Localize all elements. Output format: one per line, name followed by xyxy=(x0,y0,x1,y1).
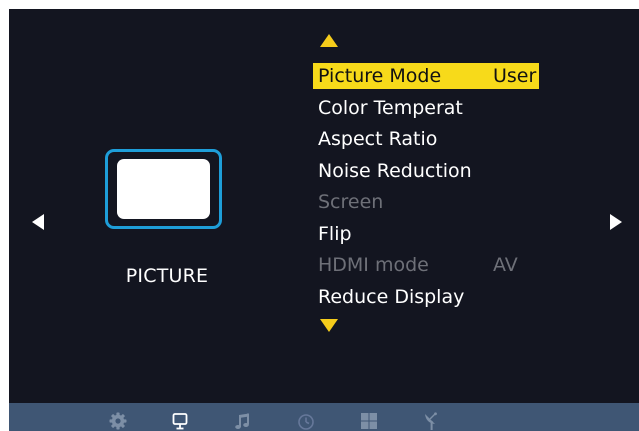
menu-item-label: Reduce Display xyxy=(318,285,465,308)
scroll-up-arrow-icon[interactable] xyxy=(320,34,338,47)
menu-item-reduce-display[interactable]: Reduce Display xyxy=(313,282,553,314)
tab-setup[interactable] xyxy=(108,411,128,431)
menu-item-label: Noise Reduction xyxy=(318,159,472,182)
menu-item-value: AV xyxy=(493,254,518,276)
menu-item-label: Flip xyxy=(318,222,352,245)
nav-left-arrow-icon[interactable] xyxy=(32,214,44,230)
menu-item-noise-reduction[interactable]: Noise Reduction xyxy=(313,156,553,188)
satellite-dish-icon xyxy=(422,411,442,431)
menu-item-value: User xyxy=(493,65,537,87)
picture-category-icon xyxy=(105,149,222,229)
clock-icon xyxy=(296,411,316,431)
menu-item-hdmi-mode: HDMI mode AV xyxy=(313,250,553,282)
tab-time[interactable] xyxy=(296,411,316,431)
tab-sound[interactable] xyxy=(233,411,253,431)
menu-item-flip[interactable]: Flip xyxy=(313,219,553,251)
menu-item-color-temperature[interactable]: Color Temperat xyxy=(313,93,553,125)
menu-item-label: Picture Mode xyxy=(318,65,442,87)
tab-picture[interactable] xyxy=(170,411,190,431)
category-tab-bar xyxy=(9,403,639,431)
category-label: PICTURE xyxy=(125,265,209,287)
nav-right-arrow-icon[interactable] xyxy=(610,214,622,230)
monitor-icon xyxy=(170,411,190,431)
menu-item-screen: Screen xyxy=(313,187,553,219)
menu-item-aspect-ratio[interactable]: Aspect Ratio xyxy=(313,124,553,156)
osd-menu: PICTURE Picture Mode User Color Temperat… xyxy=(9,9,639,431)
menu-item-label: HDMI mode xyxy=(318,254,429,276)
menu-item-label: Aspect Ratio xyxy=(318,128,438,150)
menu-item-picture-mode[interactable]: Picture Mode User xyxy=(313,61,553,93)
tab-channel[interactable] xyxy=(422,411,442,431)
grid-icon xyxy=(359,411,379,431)
scroll-down-arrow-icon[interactable] xyxy=(320,319,338,332)
menu-item-label: Screen xyxy=(318,191,384,213)
settings-menu: Picture Mode User Color Temperat Aspect … xyxy=(313,61,553,313)
menu-item-label: Color Temperat xyxy=(318,96,463,119)
gear-icon xyxy=(108,411,128,431)
picture-screen-icon xyxy=(117,159,210,219)
music-note-icon xyxy=(233,411,253,431)
tab-apps[interactable] xyxy=(359,411,379,431)
